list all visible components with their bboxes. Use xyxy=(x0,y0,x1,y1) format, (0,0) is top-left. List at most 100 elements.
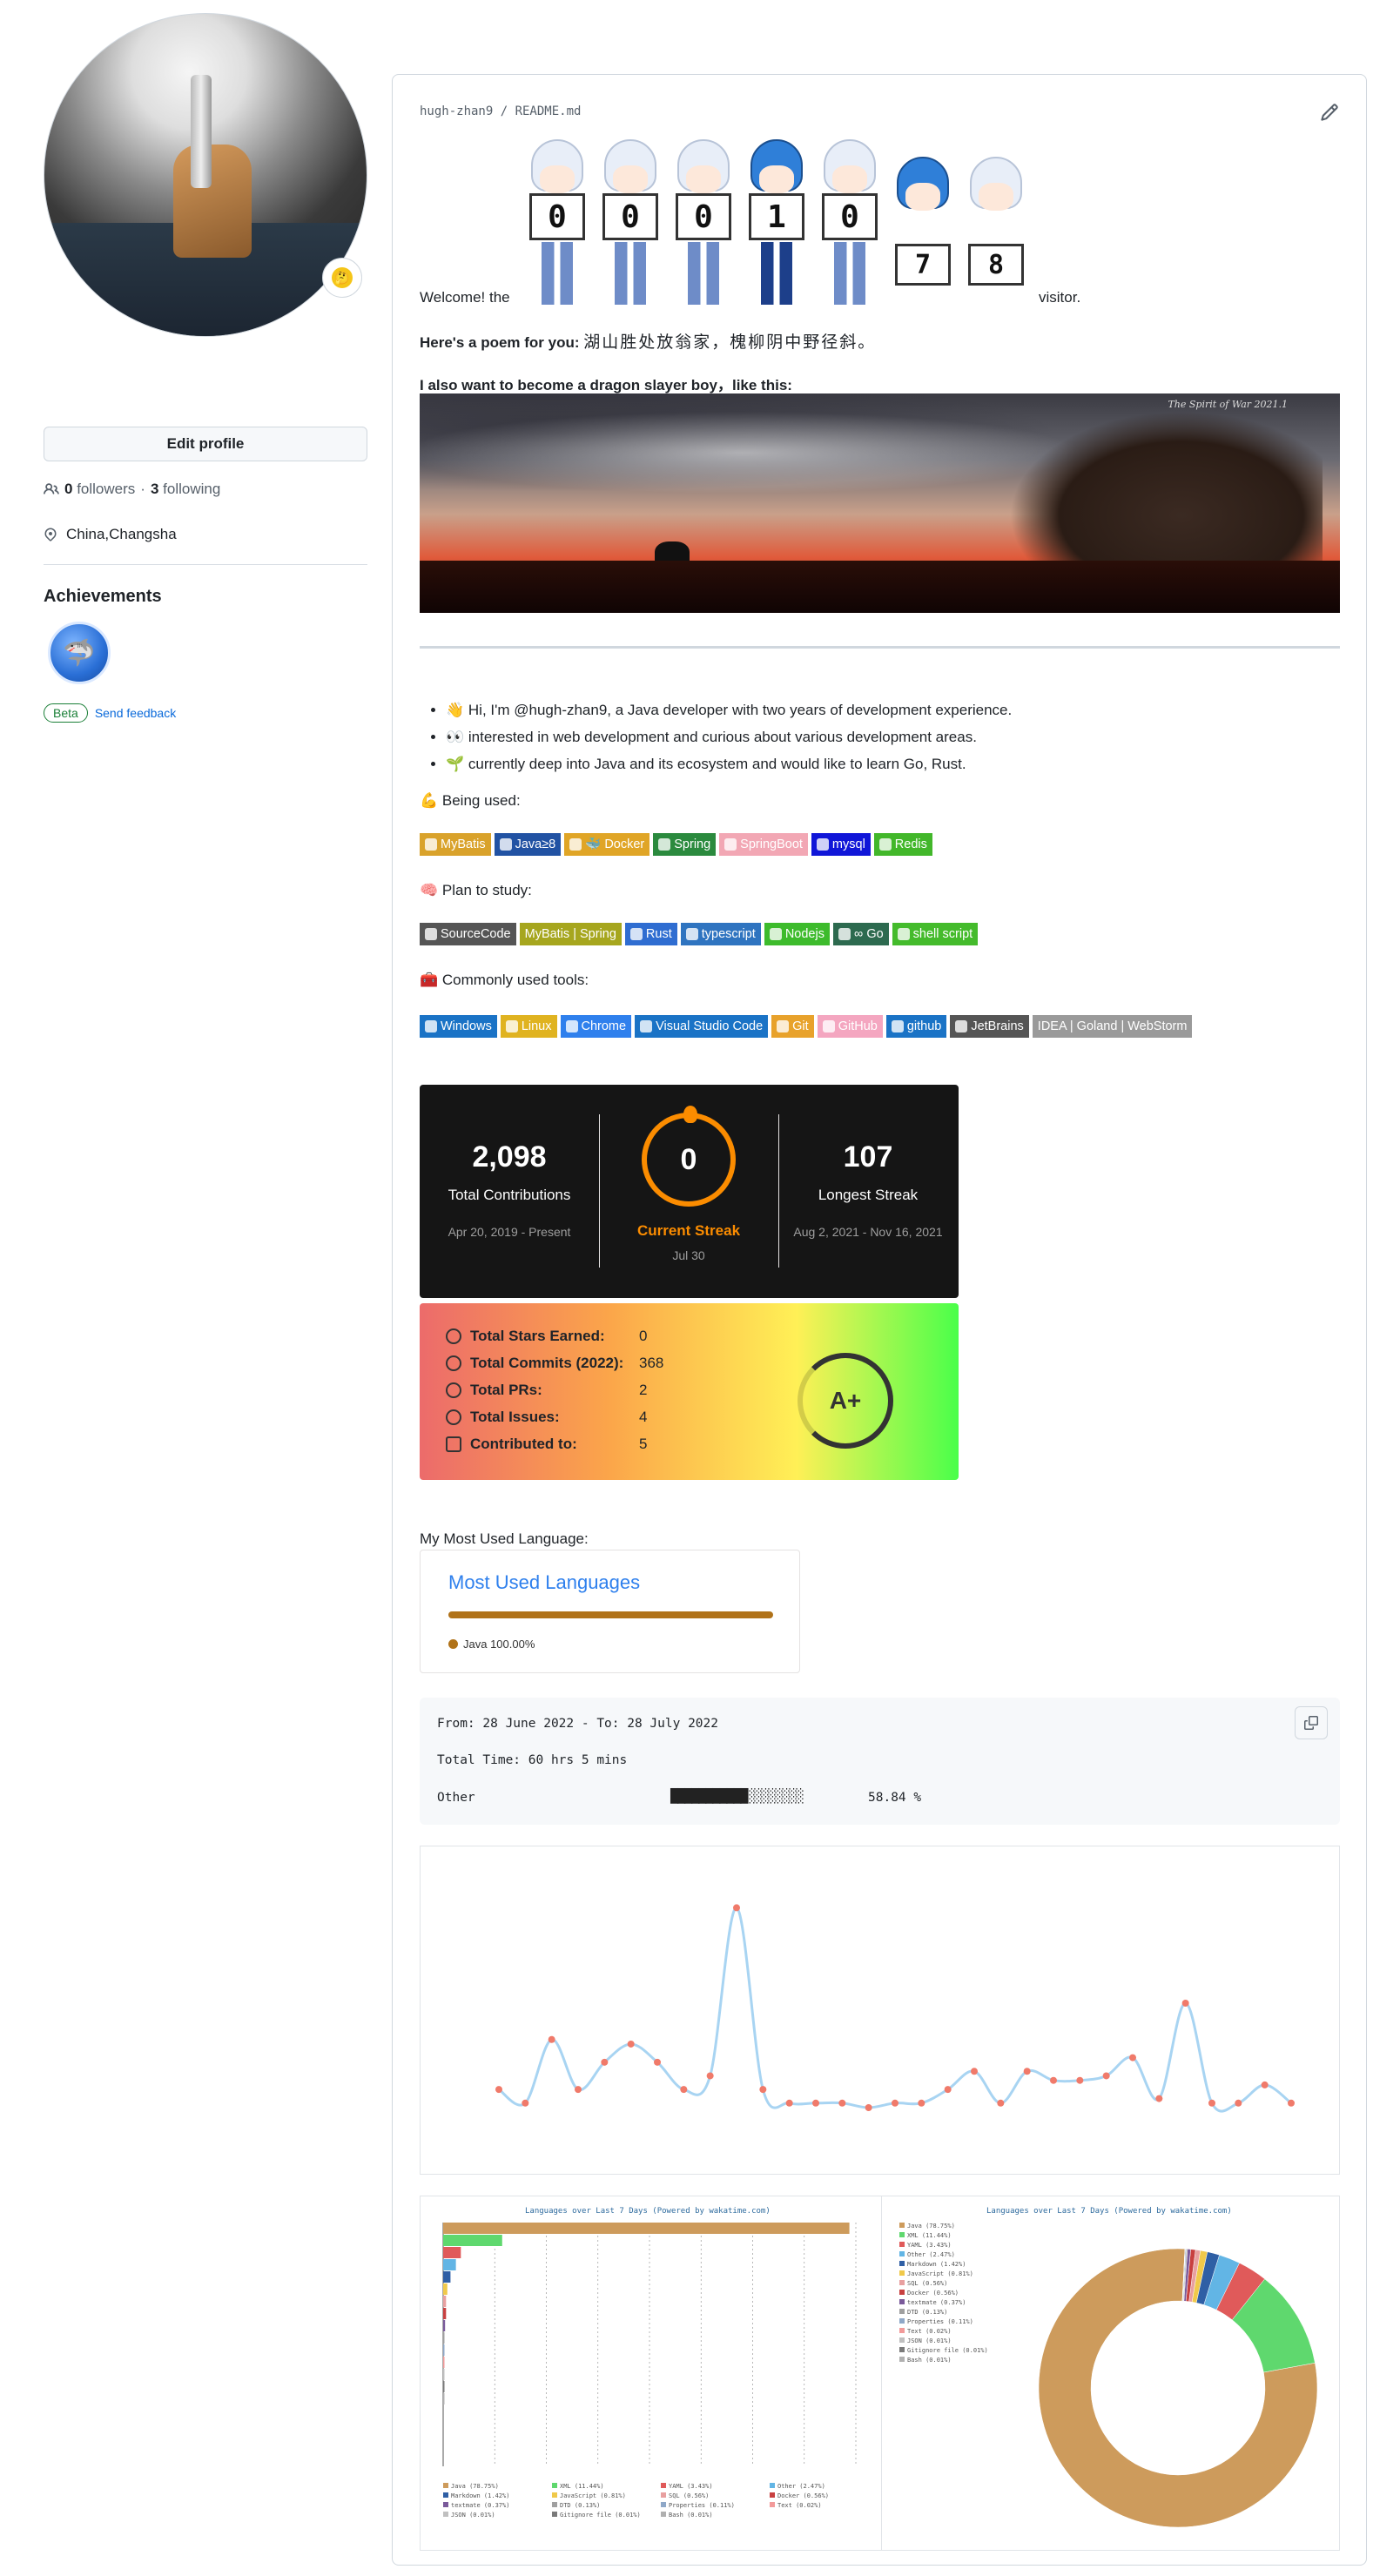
legend-swatch xyxy=(899,2309,905,2314)
java-dot xyxy=(448,1639,458,1649)
languages-card[interactable]: Most Used Languages Java 100.00% xyxy=(420,1550,800,1673)
welcome-text: Welcome! the xyxy=(420,289,510,306)
list-item: 👋 Hi, I'm @hugh-zhan9, a Java developer … xyxy=(446,696,1012,723)
divider xyxy=(420,646,1340,649)
badge-mybatis-spring[interactable]: MyBatis | Spring xyxy=(519,923,622,945)
badge-logo-icon xyxy=(816,838,829,851)
avatar[interactable] xyxy=(44,13,367,337)
data-point xyxy=(1076,2076,1084,2084)
badge-logo-icon xyxy=(878,838,892,851)
legend-label: Properties (0.11%) xyxy=(907,2318,973,2325)
pull-request-icon xyxy=(446,1382,461,1398)
counter-digit: 7 xyxy=(888,139,958,305)
bar xyxy=(443,2369,445,2380)
poem-label: Here's a poem for you: xyxy=(420,334,580,351)
send-feedback-link[interactable]: Send feedback xyxy=(95,706,176,720)
legend-swatch xyxy=(899,2357,905,2362)
legend-swatch xyxy=(899,2318,905,2324)
data-point xyxy=(865,2104,872,2111)
languages-title: Most Used Languages xyxy=(448,1571,641,1593)
legend-swatch xyxy=(770,2502,775,2507)
longest-value: 107 xyxy=(843,1140,893,1174)
legend-swatch xyxy=(552,2512,557,2517)
badge-visual-studio-code[interactable]: Visual Studio Code xyxy=(635,1015,769,1038)
data-point xyxy=(1208,2099,1215,2107)
data-point xyxy=(838,2099,846,2107)
followers-link[interactable]: 0 followers xyxy=(64,481,135,498)
legend-swatch xyxy=(661,2502,666,2507)
badge-logo-icon xyxy=(955,1020,968,1032)
legend-label: Markdown (1.42%) xyxy=(451,2492,509,2499)
badge-springboot[interactable]: SpringBoot xyxy=(719,833,808,856)
copy-icon xyxy=(1304,1716,1318,1730)
data-point xyxy=(706,2072,714,2080)
current-date: Jul 30 xyxy=(672,1248,705,1262)
badge-typescript[interactable]: typescript xyxy=(680,923,761,945)
github-stats-card[interactable]: Total Stars Earned: 0 Total Commits (2022… xyxy=(420,1303,959,1480)
data-point xyxy=(733,1904,740,1912)
legend-swatch xyxy=(899,2290,905,2295)
badge-sourcecode[interactable]: SourceCode xyxy=(420,923,516,945)
bar xyxy=(443,2223,850,2234)
badge-logo-icon xyxy=(897,928,910,940)
legend-swatch xyxy=(899,2232,905,2237)
separator: · xyxy=(140,481,145,497)
badge-jetbrains[interactable]: JetBrains xyxy=(950,1015,1029,1038)
plan-badges: SourceCode MyBatis | Spring Rust typescript… xyxy=(420,923,979,945)
total-value: 2,098 xyxy=(472,1140,547,1174)
badge-mysql[interactable]: mysql xyxy=(811,833,871,856)
data-point xyxy=(971,2068,978,2075)
data-point xyxy=(1235,2099,1242,2107)
data-point xyxy=(812,2099,819,2107)
data-point xyxy=(522,2099,529,2107)
following-link[interactable]: 3 following xyxy=(151,481,220,498)
badge-logo-icon xyxy=(425,928,437,940)
badge-github[interactable]: GitHub xyxy=(817,1015,883,1038)
legend-swatch xyxy=(899,2347,905,2352)
series-line xyxy=(498,1906,1292,2113)
data-point xyxy=(548,2035,555,2043)
legend-swatch xyxy=(899,2261,905,2266)
badge-redis[interactable]: Redis xyxy=(873,833,932,856)
legend-swatch xyxy=(443,2483,448,2488)
copy-button[interactable] xyxy=(1295,1706,1328,1739)
badge-docker[interactable]: 🐳 Docker xyxy=(564,833,650,856)
most-used-heading: My Most Used Language: xyxy=(420,1530,589,1547)
counter-digit: 0 xyxy=(596,139,665,305)
badge-spring[interactable]: Spring xyxy=(653,833,717,856)
data-point xyxy=(1261,2081,1269,2088)
stat-stars: Total Stars Earned: 0 xyxy=(446,1328,647,1345)
achievement-shark-badge[interactable]: 🦈 xyxy=(48,622,111,684)
edit-profile-button[interactable]: Edit profile xyxy=(44,427,367,461)
badge-github[interactable]: github xyxy=(885,1015,947,1038)
badge-linux[interactable]: Linux xyxy=(500,1015,557,1038)
pencil-icon[interactable] xyxy=(1320,103,1339,122)
badge-idea-goland-webstorm[interactable]: IDEA | Goland | WebStorm xyxy=(1032,1015,1193,1038)
badge-rust[interactable]: Rust xyxy=(624,923,677,945)
badge-shell-script[interactable]: shell script xyxy=(892,923,979,945)
badge-logo-icon xyxy=(838,928,851,940)
readme-path[interactable]: hugh-zhan9 / README.md xyxy=(420,104,581,118)
legend-label: SQL (0.56%) xyxy=(669,2492,709,2499)
bar xyxy=(443,2235,502,2246)
badge-git[interactable]: Git xyxy=(771,1015,814,1038)
badge-go[interactable]: ∞ Go xyxy=(832,923,889,945)
issue-icon xyxy=(446,1409,461,1425)
badge-logo-icon xyxy=(769,928,782,940)
legend-label: Text (0.02%) xyxy=(907,2328,952,2335)
badge-nodejs[interactable]: Nodejs xyxy=(764,923,830,945)
badge-java-8[interactable]: Java≥8 xyxy=(494,833,562,856)
badge-windows[interactable]: Windows xyxy=(420,1015,497,1038)
bar xyxy=(443,2357,445,2368)
beta-feedback: Beta Send feedback xyxy=(44,703,176,723)
status-emoji-button[interactable]: 🤔 xyxy=(322,258,362,298)
stat-issues: Total Issues: 4 xyxy=(446,1409,647,1426)
streak-card[interactable]: 2,098 Total Contributions Apr 20, 2019 -… xyxy=(420,1085,959,1298)
legend-label: Properties (0.11%) xyxy=(669,2502,735,2509)
badge-mybatis[interactable]: MyBatis xyxy=(420,833,491,856)
legend-label: Docker (0.56%) xyxy=(777,2492,829,2499)
data-point xyxy=(918,2099,925,2107)
badge-chrome[interactable]: Chrome xyxy=(560,1015,632,1038)
data-point xyxy=(785,2099,793,2107)
profile-sidebar xyxy=(44,13,367,337)
